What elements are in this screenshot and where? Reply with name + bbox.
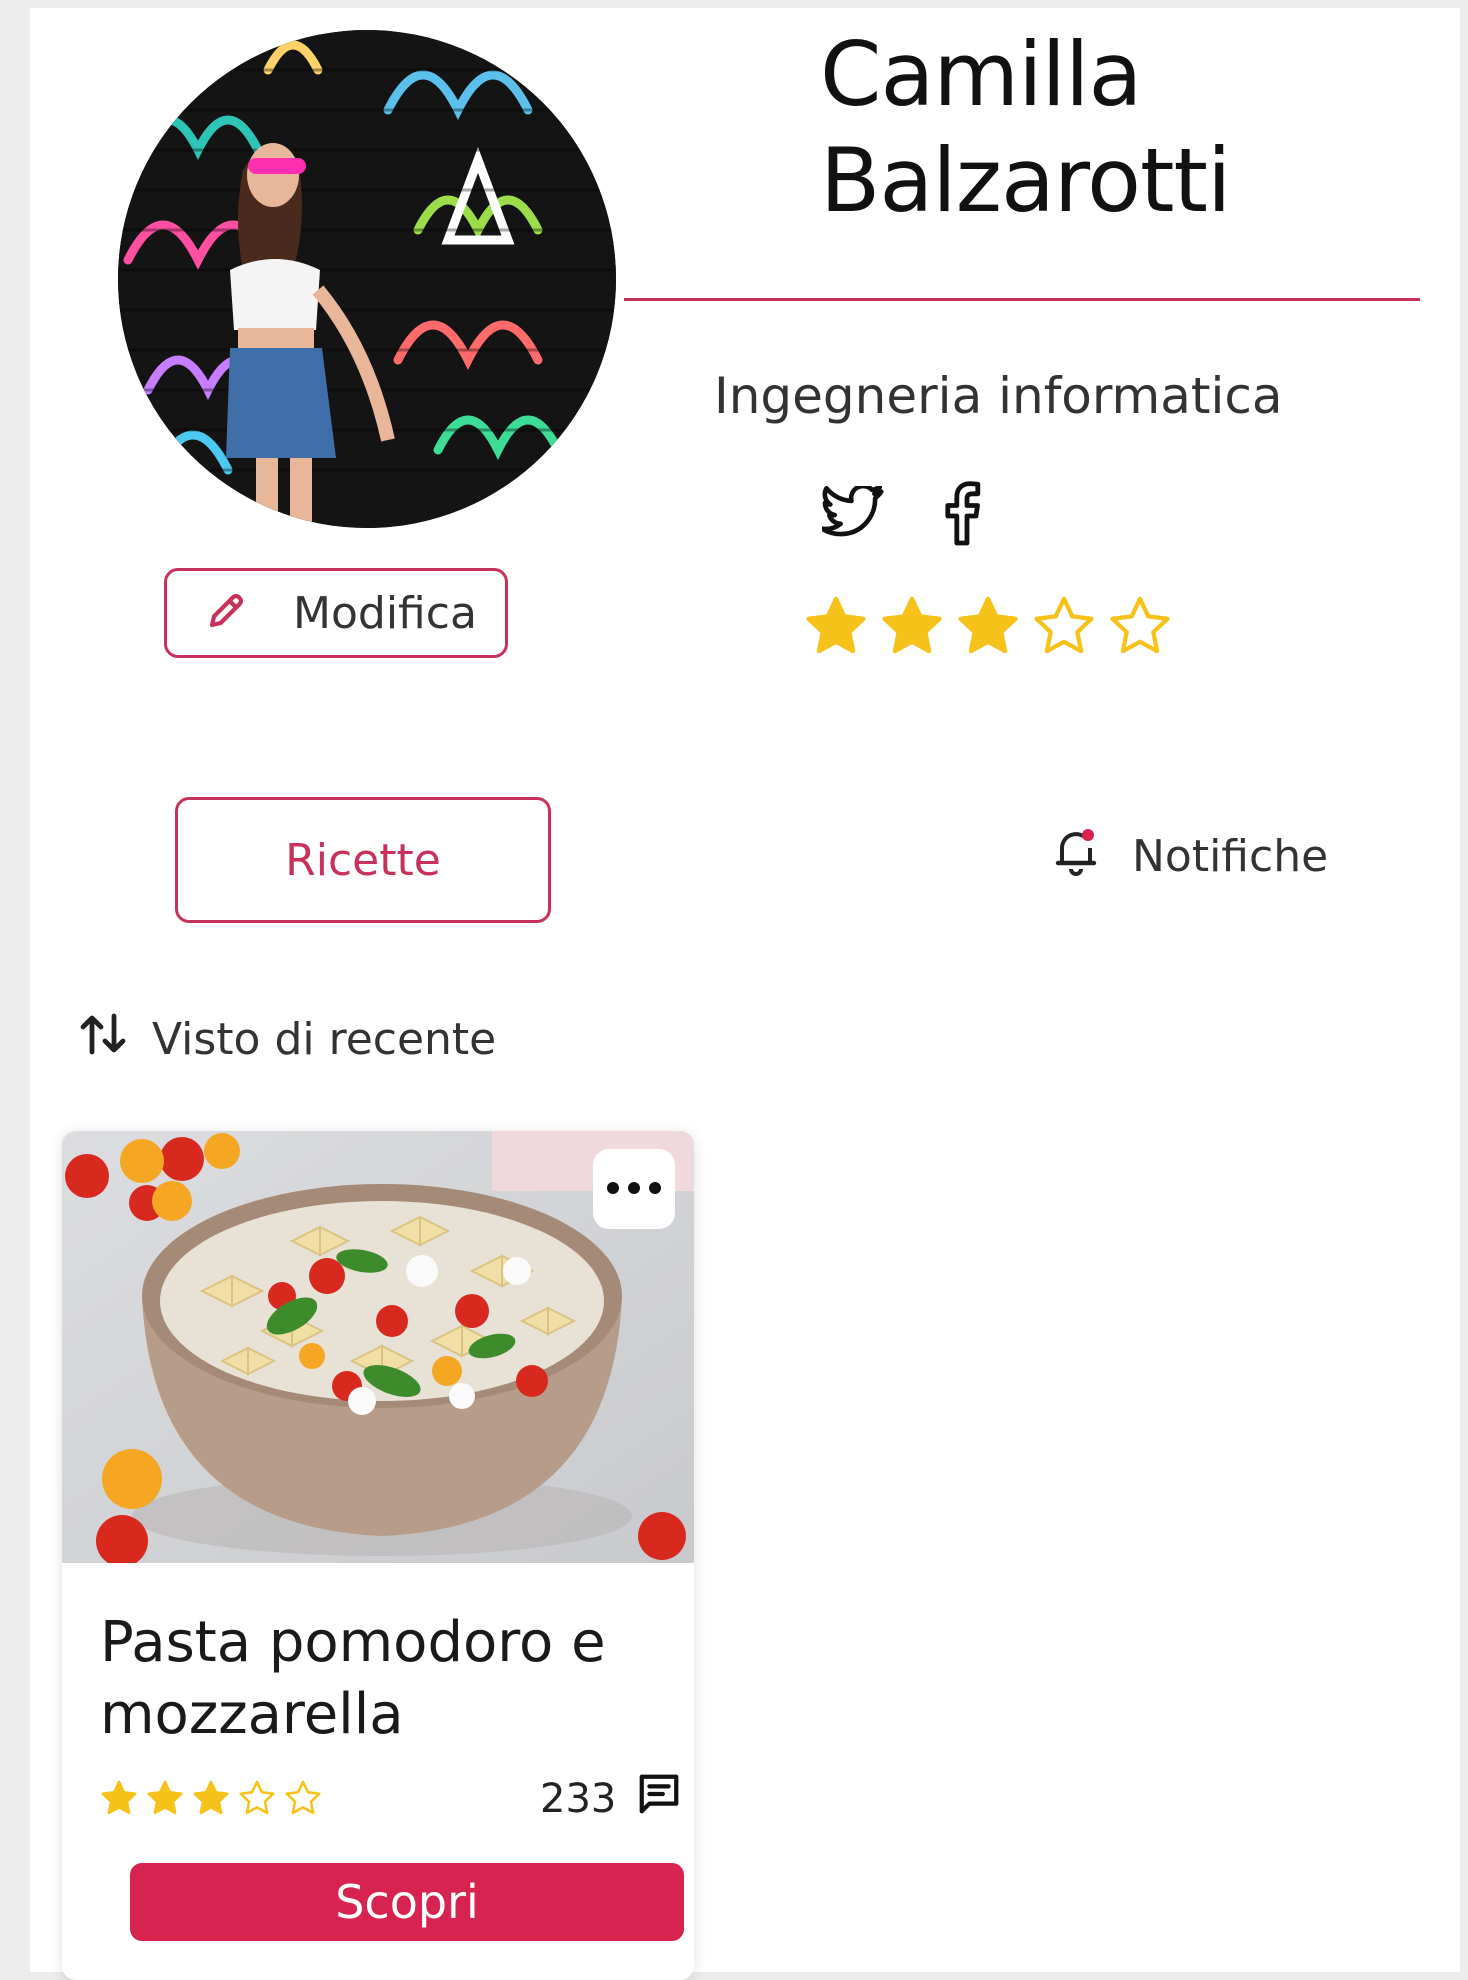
more-dots-icon [606, 1180, 662, 1199]
sort-control[interactable]: Visto di recente [80, 1012, 496, 1067]
header-divider [624, 298, 1420, 301]
recipe-title: Pasta pomodoro e mozzarella [100, 1610, 606, 1747]
sort-label: Visto di recente [152, 1014, 497, 1065]
star-filled-icon [193, 1780, 229, 1815]
star-filled-icon [958, 596, 1018, 654]
scopri-button[interactable]: Scopri [130, 1863, 684, 1941]
comment-count: 233 [540, 1776, 617, 1822]
star-filled-icon [101, 1780, 137, 1815]
comments-link[interactable]: 233 [540, 1771, 682, 1827]
star-empty-icon [1034, 596, 1094, 654]
star-filled-icon [806, 596, 866, 654]
profile-name-first: Camilla [820, 23, 1142, 126]
social-links [820, 478, 994, 548]
twitter-icon[interactable] [820, 480, 886, 546]
recipe-card[interactable]: Pasta pomodoro e mozzarella 233 Scopri [62, 1131, 694, 1980]
notifiche-label: Notifiche [1132, 831, 1329, 882]
tab-ricette[interactable]: Ricette [175, 797, 551, 923]
profile-name-last: Balzarotti [820, 129, 1231, 232]
profile-rating [804, 594, 1172, 658]
profile-page: Camilla Balzarotti Ingegneria informatic… [30, 8, 1460, 1980]
edit-profile-label: Modifica [293, 587, 477, 639]
bell-icon [1054, 826, 1098, 887]
tab-notifiche[interactable]: Notifiche [1054, 826, 1328, 887]
pencil-icon [205, 590, 247, 636]
profile-course: Ingegneria informatica [714, 367, 1283, 425]
star-filled-icon [882, 596, 942, 654]
comment-icon [636, 1771, 682, 1827]
star-empty-icon [239, 1780, 275, 1815]
profile-name: Camilla Balzarotti [820, 22, 1231, 234]
star-empty-icon [1110, 596, 1170, 654]
more-options-button[interactable] [593, 1149, 675, 1229]
star-empty-icon [285, 1780, 321, 1815]
profile-avatar[interactable] [118, 30, 616, 528]
recipe-rating [100, 1779, 322, 1817]
facebook-icon[interactable] [928, 480, 994, 546]
star-filled-icon [147, 1780, 183, 1815]
edit-profile-button[interactable]: Modifica [164, 568, 508, 658]
sort-arrows-icon [80, 1012, 128, 1067]
